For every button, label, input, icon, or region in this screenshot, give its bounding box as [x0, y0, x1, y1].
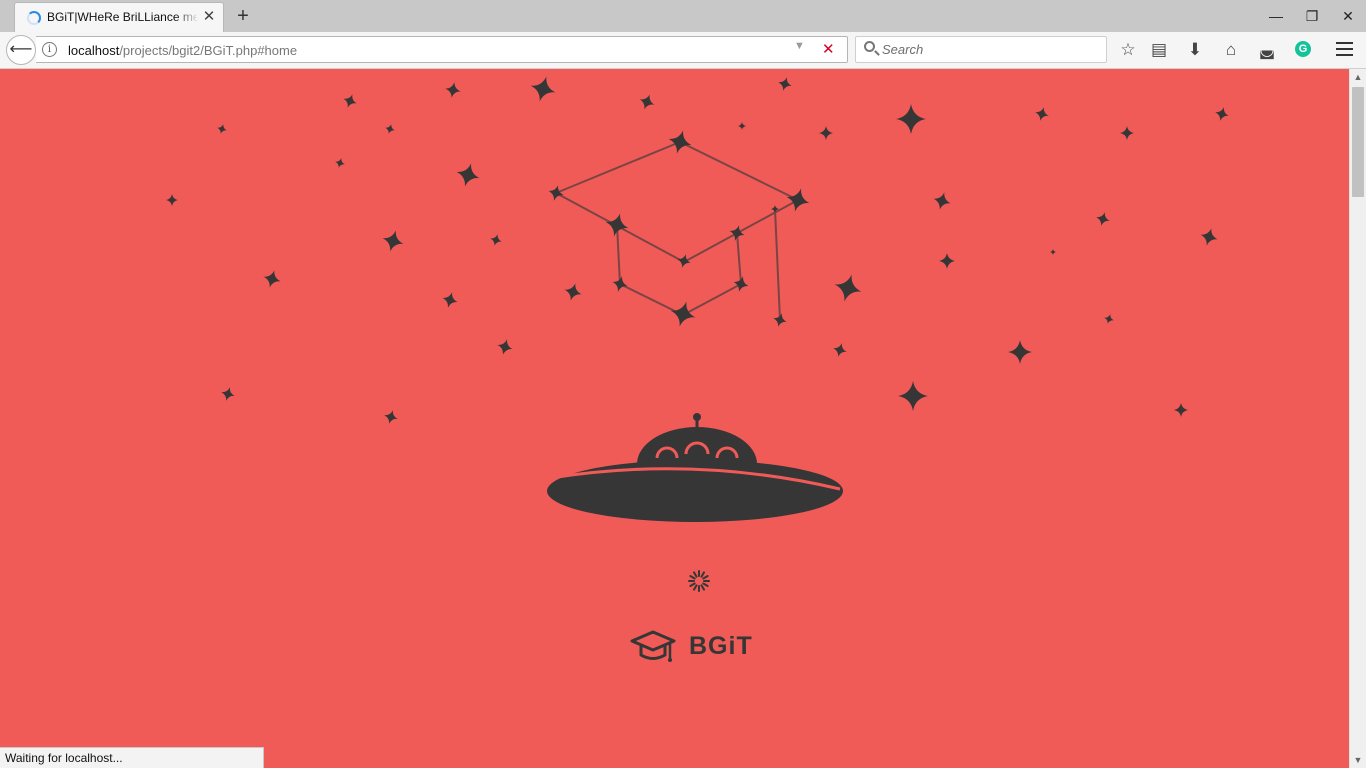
scroll-up-arrow-icon[interactable]: ▲	[1350, 69, 1366, 85]
url-host: localhost	[68, 43, 120, 58]
status-bar: Waiting for localhost...	[0, 747, 264, 768]
scrollbar-thumb[interactable]	[1352, 87, 1364, 197]
loading-spinner-icon	[688, 570, 710, 592]
home-icon[interactable]: ⌂	[1219, 38, 1243, 62]
downloads-icon[interactable]: ⬇	[1183, 38, 1207, 62]
hamburger-menu-icon[interactable]	[1336, 42, 1353, 56]
ufo-icon	[547, 413, 843, 522]
scroll-down-arrow-icon[interactable]: ▼	[1350, 752, 1366, 768]
grammarly-extension-icon[interactable]: G	[1295, 41, 1311, 57]
url-history-dropdown-icon[interactable]: ▼	[794, 40, 805, 52]
new-tab-button[interactable]: +	[232, 5, 254, 27]
constellation-cap-lines	[555, 141, 799, 321]
search-icon	[864, 41, 875, 52]
restore-button[interactable]: ❐	[1297, 4, 1327, 28]
site-info-icon[interactable]: i	[42, 42, 57, 57]
close-tab-icon[interactable]: ✕	[201, 9, 217, 25]
page-content: BGiT	[0, 69, 1349, 768]
back-button[interactable]: ⟵	[6, 35, 36, 65]
active-tab[interactable]: BGiT|WHeRe BriLLiance meets ✕	[14, 2, 224, 32]
stop-loading-button[interactable]: ✕	[822, 40, 835, 58]
page-scrollbar[interactable]: ▲ ▼	[1349, 69, 1366, 768]
tab-strip: BGiT|WHeRe BriLLiance meets ✕ + — ❐ ✕	[0, 0, 1366, 32]
minimize-button[interactable]: —	[1261, 4, 1291, 28]
close-window-button[interactable]: ✕	[1333, 4, 1363, 28]
loading-spinner-icon	[27, 11, 41, 25]
bookmark-star-icon[interactable]: ☆	[1116, 38, 1140, 62]
navigation-toolbar: ⟵ i localhost/projects/bgit2/BGiT.php#ho…	[0, 32, 1366, 69]
url-path: /projects/bgit2/BGiT.php#home	[119, 43, 298, 58]
brand-logo: BGiT	[630, 627, 760, 667]
pocket-icon[interactable]: ◛	[1255, 38, 1279, 62]
url-bar[interactable]: i localhost/projects/bgit2/BGiT.php#home…	[36, 36, 848, 63]
bookmarks-list-icon[interactable]: ▤	[1147, 38, 1171, 62]
stars	[166, 73, 1231, 426]
search-bar[interactable]	[855, 36, 1107, 63]
brand-name: BGiT	[689, 632, 753, 660]
search-input[interactable]	[882, 42, 1092, 57]
url-text[interactable]: localhost/projects/bgit2/BGiT.php#home	[68, 43, 297, 58]
graduation-cap-icon	[630, 630, 676, 662]
